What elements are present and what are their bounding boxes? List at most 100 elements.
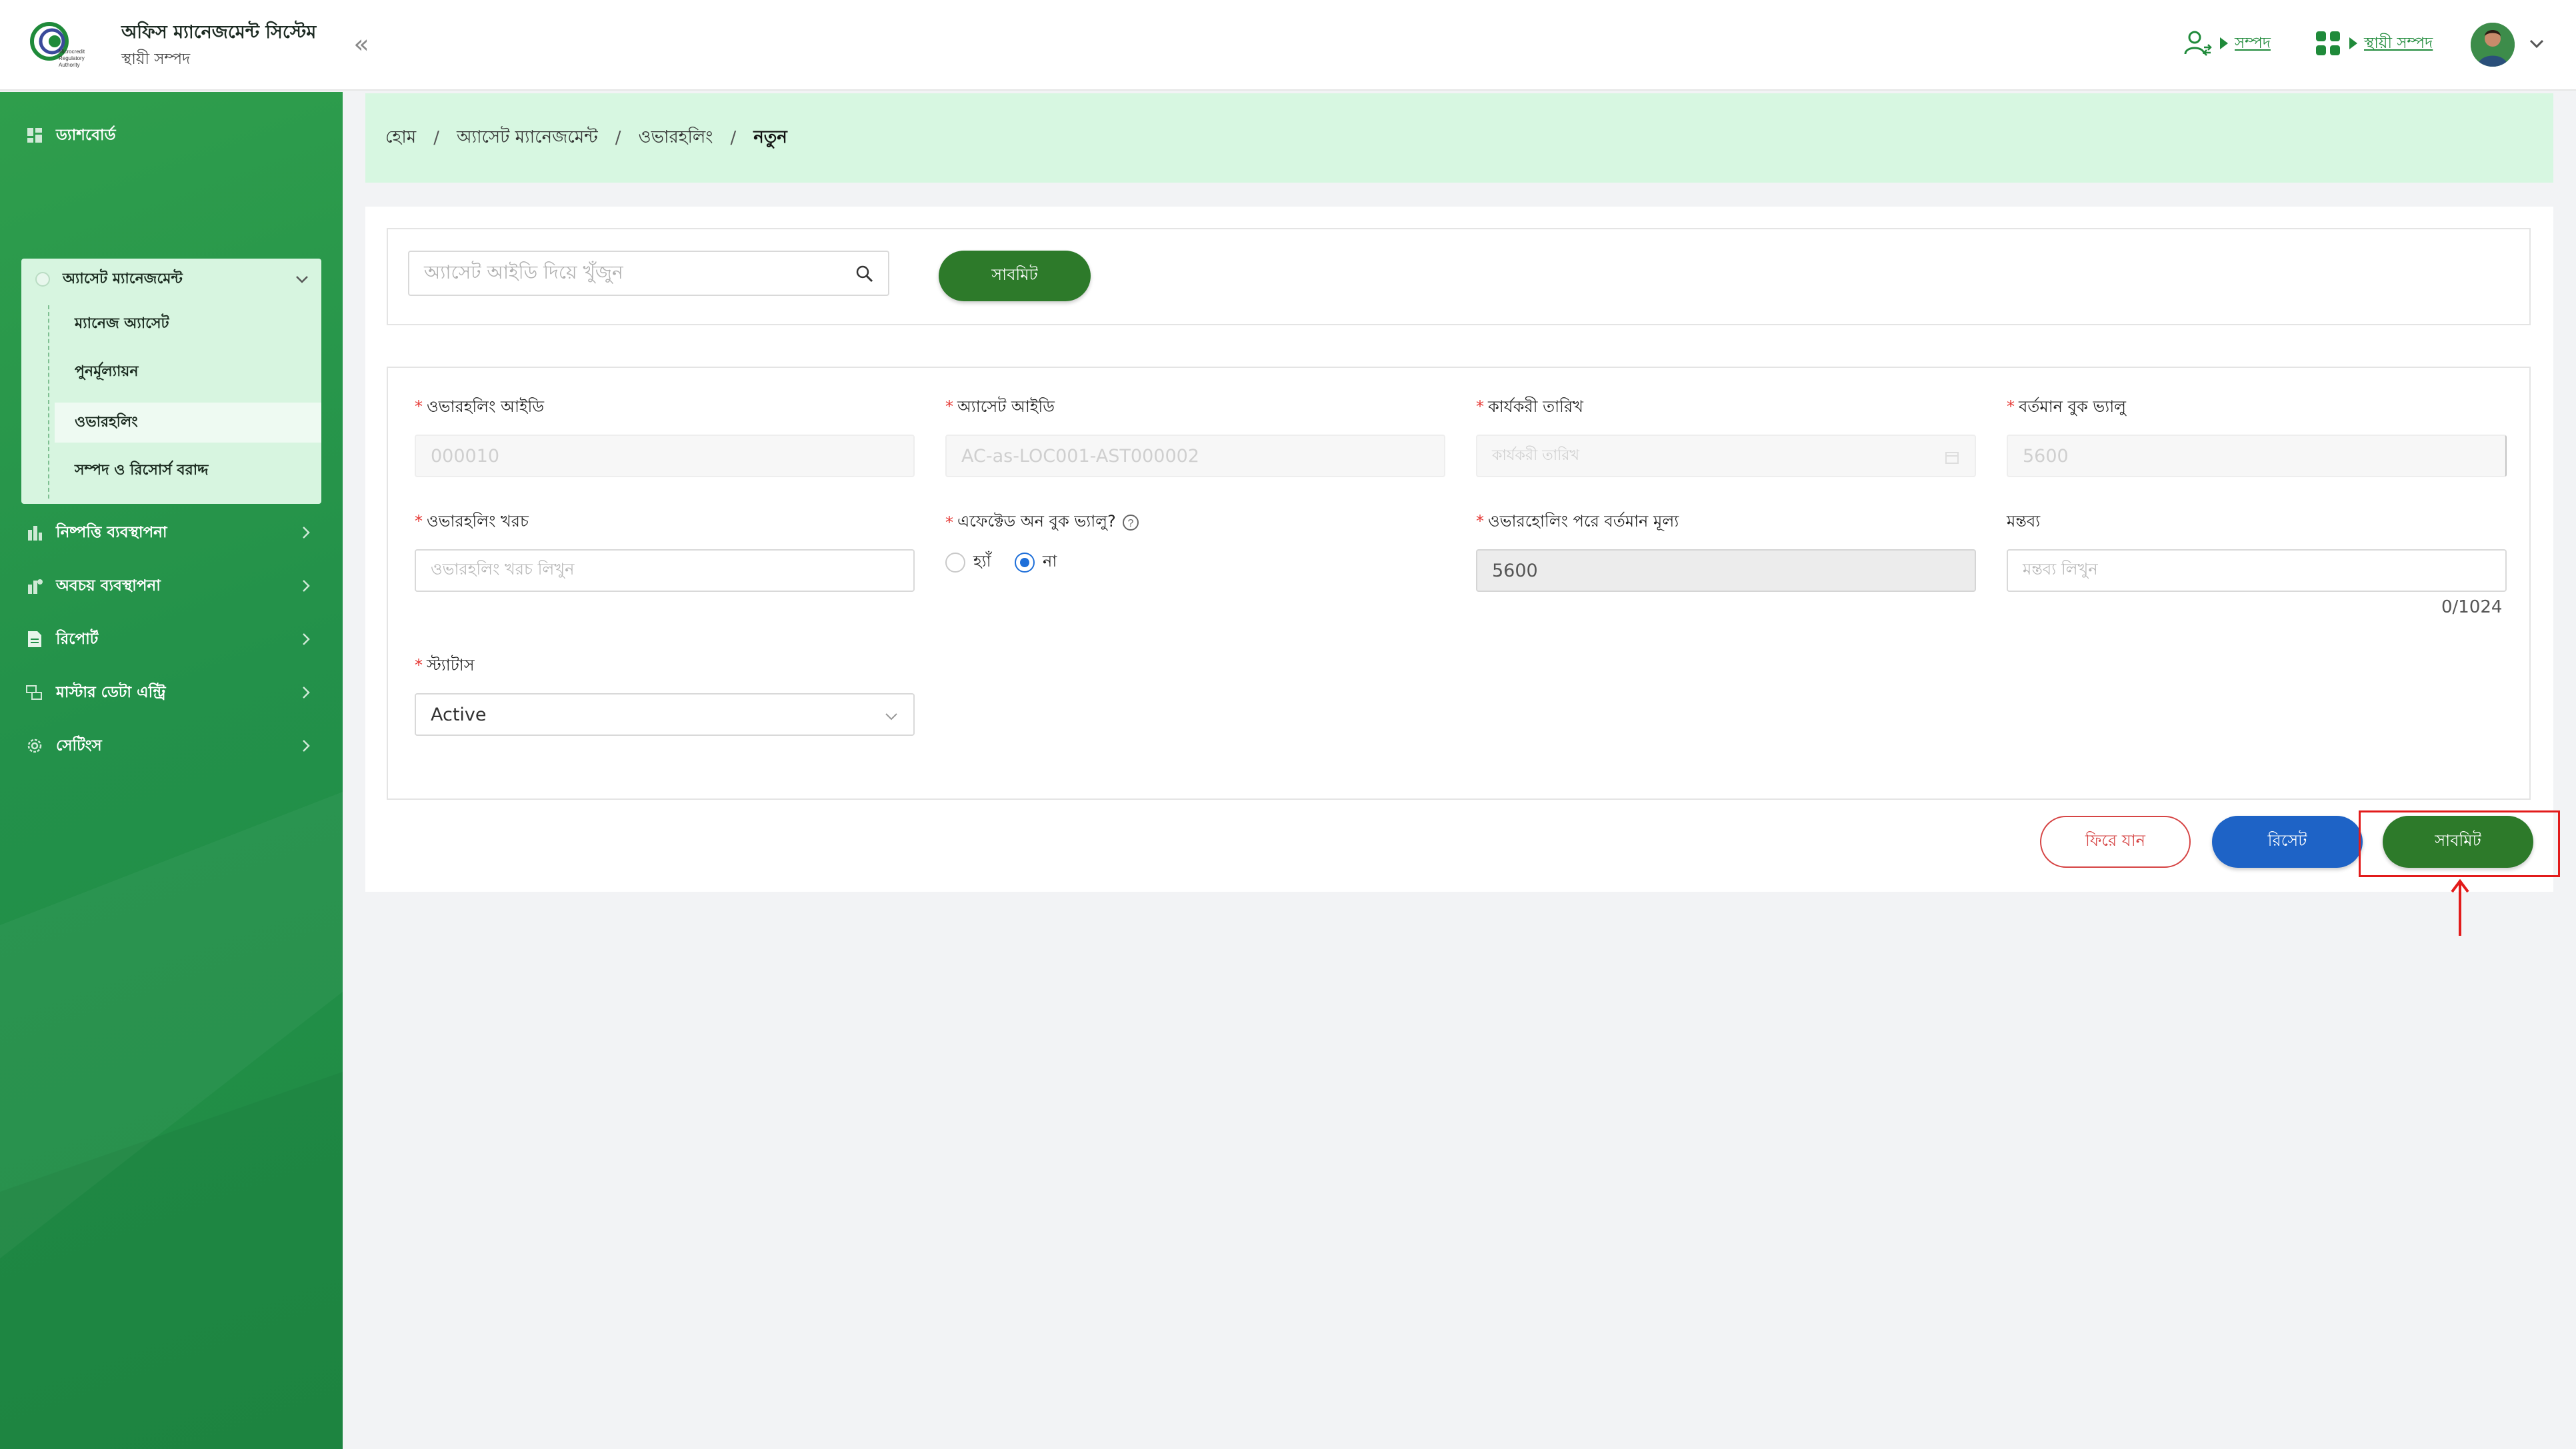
sidebar-item-disposal[interactable]: নিষ্পত্তি ব্যবস্থাপনা — [24, 511, 324, 555]
current-book-value-label: * বর্তমান বুক ভ্যালু — [2007, 397, 2127, 416]
chevron-right-icon — [303, 527, 310, 539]
asset-id-field: AC-as-LOC001-AST000002 — [945, 435, 1445, 477]
sidebar-item-report[interactable]: রিপোর্ট — [24, 617, 324, 661]
sidebar-item-label: রিপোর্ট — [56, 630, 99, 648]
breadcrumb-overhauling[interactable]: ওভারহলিং — [638, 123, 713, 153]
svg-text:Regulatory: Regulatory — [59, 55, 85, 61]
overhauling-id-label: * ওভারহলিং আইডি — [415, 397, 545, 416]
asset-id-label: * অ্যাসেট আইডি — [945, 397, 1055, 416]
value-after-field: 5600 — [1476, 549, 1976, 592]
sidebar-background-pattern — [0, 792, 343, 1449]
sidebar-subitem-label: ওভারহলিং — [75, 413, 138, 431]
remarks-textarea[interactable]: মন্তব্য লিখুন — [2007, 549, 2507, 592]
overhauling-id-field: 000010 — [415, 435, 915, 477]
breadcrumb-home[interactable]: হোম — [385, 123, 416, 153]
sidebar-subitem-label: সম্পদ ও রিসোর্স বরাদ্দ — [75, 461, 209, 479]
breadcrumb-current: নতুন — [753, 127, 787, 147]
master-data-icon — [24, 682, 45, 703]
remarks-char-counter: 0/1024 — [2441, 597, 2503, 617]
svg-text:?: ? — [1127, 518, 1133, 529]
overhauling-form: * ওভারহলিং আইডি 000010 * অ্যাসেট আইডি AC-a… — [387, 367, 2531, 800]
disposal-icon — [24, 522, 45, 543]
sidebar-subitem-overhauling[interactable]: ওভারহলিং — [55, 403, 321, 443]
status-label: * স্ট্যাটাস — [415, 656, 475, 675]
user-switch-icon — [2184, 31, 2212, 56]
header-link-fixed-assets-label: স্থায়ী সম্পদ — [2364, 34, 2433, 52]
breadcrumb-asset-management[interactable]: অ্যাসেট ম্যানেজমেন্ট — [457, 123, 598, 153]
report-icon — [24, 629, 45, 650]
asset-icon — [32, 269, 53, 290]
depreciation-icon — [24, 575, 45, 597]
sidebar-item-label: ড্যাশবোর্ড — [56, 126, 116, 144]
chevron-right-icon — [303, 687, 310, 699]
breadcrumb: হোম / অ্যাসেট ম্যানেজমেন্ট / ওভারহলিং / … — [365, 93, 2553, 183]
sidebar-group-label: অ্যাসেট ম্যানেজমেন্ট — [63, 270, 183, 287]
reset-button[interactable]: রিসেট — [2212, 816, 2363, 868]
sidebar-item-label: মাস্টার ডেটা এন্ট্রি — [56, 683, 166, 701]
breadcrumb-separator: / — [615, 128, 621, 148]
sidebar-item-dashboard[interactable]: ড্যাশবোর্ড — [24, 113, 324, 157]
effective-date-placeholder: কার্যকরী তারিখ — [1492, 447, 1579, 464]
search-placeholder: অ্যাসেট আইডি দিয়ে খুঁজুন — [424, 261, 623, 283]
back-button[interactable]: ফিরে যান — [2040, 816, 2191, 868]
sidebar-item-master-data[interactable]: মাস্টার ডেটা এন্ট্রি — [24, 671, 324, 715]
remarks-label: মন্তব্য — [2007, 512, 2041, 531]
user-avatar[interactable] — [2471, 23, 2515, 67]
sidebar-group-head[interactable]: অ্যাসেট ম্যানেজমেন্ট — [21, 259, 321, 300]
sidebar-item-settings[interactable]: সেটিংস — [24, 724, 324, 768]
sidebar-item-label: নিষ্পত্তি ব্যবস্থাপনা — [56, 523, 167, 541]
sidebar-subitem-label: ম্যানেজ অ্যাসেট — [75, 315, 169, 332]
affected-no-radio[interactable]: না — [1015, 549, 1057, 576]
header-link-fixed-assets[interactable]: স্থায়ী সম্পদ — [2313, 27, 2433, 60]
chevron-down-icon[interactable] — [2527, 33, 2547, 53]
overhauling-cost-input[interactable]: ওভারহলিং খরচ লিখুন — [415, 549, 915, 592]
sidebar: ড্যাশবোর্ড অ্যাসেট ম্যানেজমেন্ট ম্যানেজ … — [0, 92, 343, 1449]
search-section: অ্যাসেট আইডি দিয়ে খুঁজুন সাবমিট — [387, 228, 2531, 325]
affected-book-value-label: * এফেক্টেড অন বুক ভ্যালু? ? — [945, 509, 1140, 536]
radio-circle — [945, 553, 965, 573]
radio-label: না — [1043, 552, 1057, 571]
chevron-right-icon — [303, 740, 310, 752]
sidebar-item-label: সেটিংস — [56, 736, 102, 754]
breadcrumb-separator: / — [433, 128, 439, 148]
svg-text:Microcredit: Microcredit — [59, 49, 85, 55]
header-link-assets-label: সম্পদ — [2235, 34, 2271, 52]
caret-right-icon — [2220, 37, 2228, 49]
effective-date-field: কার্যকরী তারিখ — [1476, 435, 1976, 477]
status-select[interactable]: Active — [415, 693, 915, 736]
affected-yes-radio[interactable]: হ্যাঁ — [945, 549, 991, 576]
sidebar-item-depreciation[interactable]: অবচয় ব্যবস্থাপনা — [24, 564, 324, 608]
effective-date-label: * কার্যকরী তারিখ — [1476, 397, 1583, 416]
sidebar-tree-line — [48, 305, 49, 499]
sidebar-item-label: অবচয় ব্যবস্থাপনা — [56, 577, 161, 595]
sidebar-group-asset-management: অ্যাসেট ম্যানেজমেন্ট ম্যানেজ অ্যাসেট পুন… — [21, 259, 321, 504]
value-after-label: * ওভারহোলিং পরে বর্তমান মূল্য — [1476, 512, 1679, 531]
sidebar-subitem-label: পুনর্মূল্যায়ন — [75, 363, 139, 380]
chevron-down-icon — [885, 713, 897, 721]
app-subtitle: স্থায়ী সম্পদ — [121, 51, 191, 68]
mra-logo: Microcredit Regulatory Authority — [30, 22, 85, 68]
radio-label: হ্যাঁ — [973, 552, 991, 571]
caret-right-icon — [2349, 37, 2357, 49]
chevron-right-icon — [303, 580, 310, 592]
sidebar-subitem-revaluation[interactable]: পুনর্মূল্যায়ন — [55, 352, 321, 392]
help-icon[interactable]: ? — [1121, 513, 1140, 532]
arrow-up-icon — [2451, 878, 2469, 936]
sidebar-subitem-manage-asset[interactable]: ম্যানেজ অ্যাসেট — [55, 304, 321, 344]
calendar-icon — [1945, 452, 1959, 464]
asset-search-input[interactable]: অ্যাসেট আইডি দিয়ে খুঁজুন — [408, 251, 889, 296]
top-header: Microcredit Regulatory Authority অফিস ম্… — [0, 0, 2576, 91]
breadcrumb-separator: / — [730, 128, 737, 148]
collapse-sidebar-icon[interactable]: « — [348, 29, 375, 59]
overhauling-cost-label: * ওভারহলিং খরচ — [415, 512, 529, 531]
search-icon[interactable] — [855, 264, 875, 284]
sidebar-subitem-allocation[interactable]: সম্পদ ও রিসোর্স বরাদ্দ — [55, 451, 321, 491]
app-title: অফিস ম্যানেজমেন্ট সিস্টেম — [121, 22, 317, 43]
chevron-right-icon — [303, 633, 310, 645]
main-panel: অ্যাসেট আইডি দিয়ে খুঁজুন সাবমিট * ওভারহল… — [365, 207, 2553, 892]
header-link-assets[interactable]: সম্পদ — [2181, 27, 2271, 60]
svg-text:Authority: Authority — [59, 62, 80, 68]
search-submit-button[interactable]: সাবমিট — [939, 251, 1091, 301]
chevron-down-icon — [296, 276, 308, 283]
highlight-box — [2359, 810, 2560, 877]
